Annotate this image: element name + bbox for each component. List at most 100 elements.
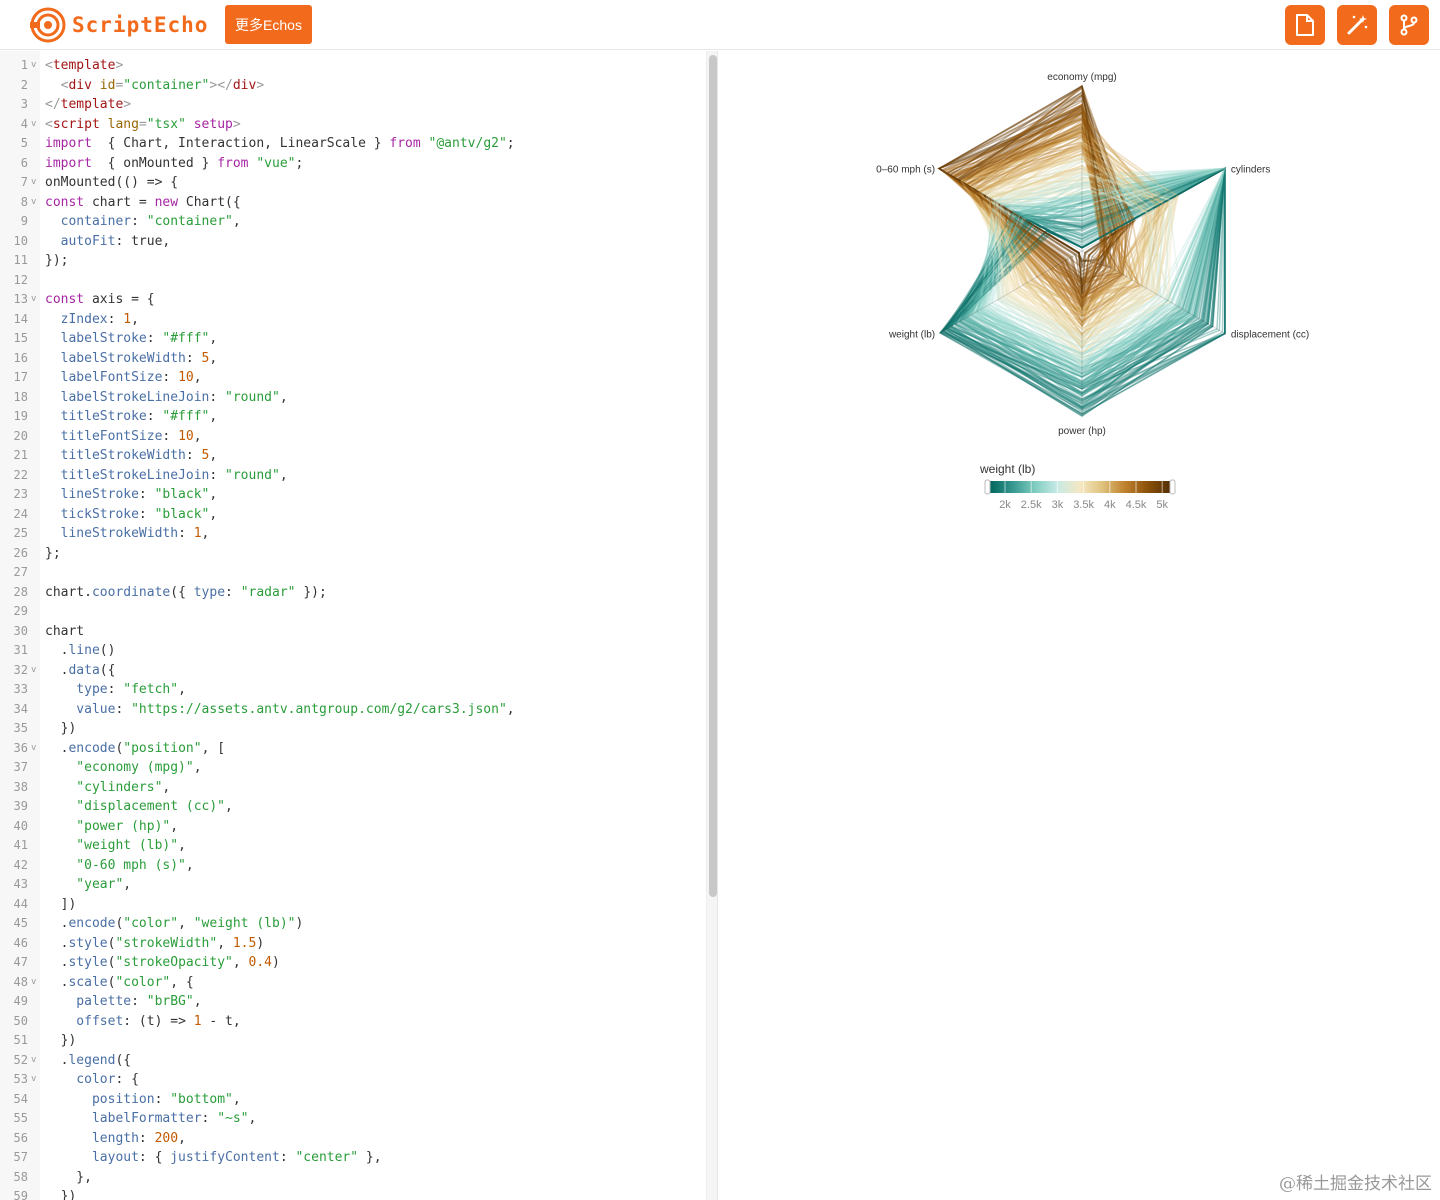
code-line[interactable]: 36 v .encode("position", [ bbox=[0, 739, 705, 759]
code-line[interactable]: 51 }) bbox=[0, 1031, 705, 1051]
code-line[interactable]: 17 labelFontSize: 10, bbox=[0, 368, 705, 388]
radar-chart[interactable]: economy (mpg) cylinders displacement (cc) p… bbox=[720, 51, 1440, 531]
code-line[interactable]: 49 palette: "brBG", bbox=[0, 992, 705, 1012]
code-line[interactable]: 6 import { onMounted } from "vue"; bbox=[0, 154, 705, 174]
code-text: "economy (mpg)", bbox=[45, 758, 201, 778]
code-line[interactable]: 35 }) bbox=[0, 719, 705, 739]
code-line[interactable]: 7 v onMounted(() => { bbox=[0, 173, 705, 193]
legend-handle-end[interactable] bbox=[1169, 479, 1176, 495]
code-line[interactable]: 38 "cylinders", bbox=[0, 778, 705, 798]
code-line[interactable]: 22 titleStrokeLineJoin: "round", bbox=[0, 466, 705, 486]
code-line[interactable]: 2 <div id="container"></div> bbox=[0, 76, 705, 96]
branch-icon bbox=[1400, 14, 1418, 36]
code-line[interactable]: 55 labelFormatter: "~s", bbox=[0, 1109, 705, 1129]
code-line[interactable]: 39 "displacement (cc)", bbox=[0, 797, 705, 817]
code-text: container: "container", bbox=[45, 212, 241, 232]
magic-button[interactable] bbox=[1337, 5, 1377, 45]
code-line[interactable]: 13 v const axis = { bbox=[0, 290, 705, 310]
code-line[interactable]: 3 </template> bbox=[0, 95, 705, 115]
code-line[interactable]: 56 length: 200, bbox=[0, 1129, 705, 1149]
line-number: 50 bbox=[13, 1013, 28, 1028]
code-line[interactable]: 43 "year", bbox=[0, 875, 705, 895]
code-token: "power (hp)" bbox=[45, 818, 171, 834]
logo[interactable]: ScriptEcho bbox=[28, 6, 208, 44]
code-line[interactable]: 21 titleStrokeWidth: 5, bbox=[0, 446, 705, 466]
more-echos-button[interactable]: 更多Echos bbox=[225, 5, 312, 44]
logo-icon bbox=[30, 7, 66, 43]
fold-chevron-icon[interactable]: v bbox=[31, 290, 36, 310]
code-line[interactable]: 40 "power (hp)", bbox=[0, 817, 705, 837]
code-line[interactable]: 57 layout: { justifyContent: "center" }, bbox=[0, 1148, 705, 1168]
code-line[interactable]: 32 v .data({ bbox=[0, 661, 705, 681]
code-line[interactable]: 5 import { Chart, Interaction, LinearScal… bbox=[0, 134, 705, 154]
code-line[interactable]: 25 lineStrokeWidth: 1, bbox=[0, 524, 705, 544]
code-line[interactable]: 8 v const chart = new Chart({ bbox=[0, 193, 705, 213]
code-token: , bbox=[209, 331, 218, 346]
code-line[interactable]: 34 value: "https://assets.antv.antgroup.… bbox=[0, 700, 705, 720]
line-number: 46 bbox=[13, 935, 28, 950]
code-line[interactable]: 47 .style("strokeOpacity", 0.4) bbox=[0, 953, 705, 973]
fold-chevron-icon[interactable]: v bbox=[31, 173, 36, 193]
code-line[interactable]: 53 v color: { bbox=[0, 1070, 705, 1090]
code-line[interactable]: 29 bbox=[0, 602, 705, 622]
code-line[interactable]: 54 position: "bottom", bbox=[0, 1090, 705, 1110]
code-line[interactable]: 50 offset: (t) => 1 - t, bbox=[0, 1012, 705, 1032]
legend-handle-start[interactable] bbox=[984, 479, 991, 495]
code-token: "year" bbox=[45, 877, 124, 892]
code-line[interactable]: 12 bbox=[0, 271, 705, 291]
code-line[interactable]: 52 v .legend({ bbox=[0, 1051, 705, 1071]
fork-button[interactable] bbox=[1389, 5, 1429, 45]
fold-chevron-icon[interactable]: v bbox=[31, 1051, 36, 1071]
code-line[interactable]: 24 tickStroke: "black", bbox=[0, 505, 705, 525]
code-line[interactable]: 9 container: "container", bbox=[0, 212, 705, 232]
code-line[interactable]: 18 labelStrokeLineJoin: "round", bbox=[0, 388, 705, 408]
code-line[interactable]: 37 "economy (mpg)", bbox=[0, 758, 705, 778]
code-lines[interactable]: 1 v <template> 2 <div id="container"></div>… bbox=[0, 56, 705, 1200]
code-line[interactable]: 15 labelStroke: "#fff", bbox=[0, 329, 705, 349]
code-line[interactable]: 31 .line() bbox=[0, 641, 705, 661]
code-line[interactable]: 44 ]) bbox=[0, 895, 705, 915]
code-editor[interactable]: 1 v <template> 2 <div id="container"></div>… bbox=[0, 51, 718, 1200]
code-line[interactable]: 48 v .scale("color", { bbox=[0, 973, 705, 993]
fold-chevron-icon[interactable]: v bbox=[31, 739, 36, 759]
editor-scrollbar[interactable] bbox=[706, 51, 717, 1200]
code-line[interactable]: 59 }) bbox=[0, 1187, 705, 1200]
fold-chevron-icon[interactable]: v bbox=[31, 115, 36, 135]
code-line[interactable]: 1 v <template> bbox=[0, 56, 705, 76]
fold-chevron-icon[interactable]: v bbox=[31, 661, 36, 681]
line-number: 1 bbox=[20, 58, 28, 72]
code-line[interactable]: 26}; bbox=[0, 544, 705, 564]
code-token: import bbox=[45, 155, 92, 171]
fold-chevron-icon[interactable]: v bbox=[31, 56, 36, 76]
code-line[interactable]: 58 }, bbox=[0, 1168, 705, 1188]
line-number: 33 bbox=[13, 682, 28, 696]
code-line[interactable]: 11}); bbox=[0, 251, 705, 271]
code-text: .style("strokeOpacity", 0.4) bbox=[45, 953, 280, 973]
code-line[interactable]: 42 "0-60 mph (s)", bbox=[0, 856, 705, 876]
new-file-button[interactable] bbox=[1285, 5, 1325, 45]
fold-chevron-icon[interactable]: v bbox=[31, 1070, 36, 1090]
code-line[interactable]: 33 type: "fetch", bbox=[0, 680, 705, 700]
code-line[interactable]: 45 .encode("color", "weight (lb)") bbox=[0, 914, 705, 934]
code-line[interactable]: 16 labelStrokeWidth: 5, bbox=[0, 349, 705, 369]
code-token: coordinate bbox=[91, 584, 171, 600]
code-line[interactable]: 10 autoFit: true, bbox=[0, 232, 705, 252]
code-token: palette bbox=[45, 994, 132, 1009]
code-line[interactable]: 19 titleStroke: "#fff", bbox=[0, 407, 705, 427]
code-line[interactable]: 23 lineStroke: "black", bbox=[0, 485, 705, 505]
code-line[interactable]: 4 v <script lang="tsx" setup> bbox=[0, 115, 705, 135]
code-line[interactable]: 30 chart bbox=[0, 622, 705, 642]
code-token: "round" bbox=[225, 389, 280, 405]
fold-chevron-icon[interactable]: v bbox=[31, 193, 36, 213]
code-line[interactable]: 27 bbox=[0, 563, 705, 583]
code-line[interactable]: 41 "weight (lb)", bbox=[0, 836, 705, 856]
fold-chevron-icon[interactable]: v bbox=[31, 973, 36, 993]
code-token: > bbox=[232, 116, 241, 132]
scrollbar-thumb[interactable] bbox=[709, 55, 717, 897]
code-line[interactable]: 28 chart.coordinate({ type: "radar" }); bbox=[0, 583, 705, 603]
code-token: , bbox=[209, 350, 218, 366]
code-token: . bbox=[45, 955, 69, 970]
code-line[interactable]: 20 titleFontSize: 10, bbox=[0, 427, 705, 447]
code-line[interactable]: 14 zIndex: 1, bbox=[0, 310, 705, 330]
code-line[interactable]: 46 .style("strokeWidth", 1.5) bbox=[0, 934, 705, 954]
